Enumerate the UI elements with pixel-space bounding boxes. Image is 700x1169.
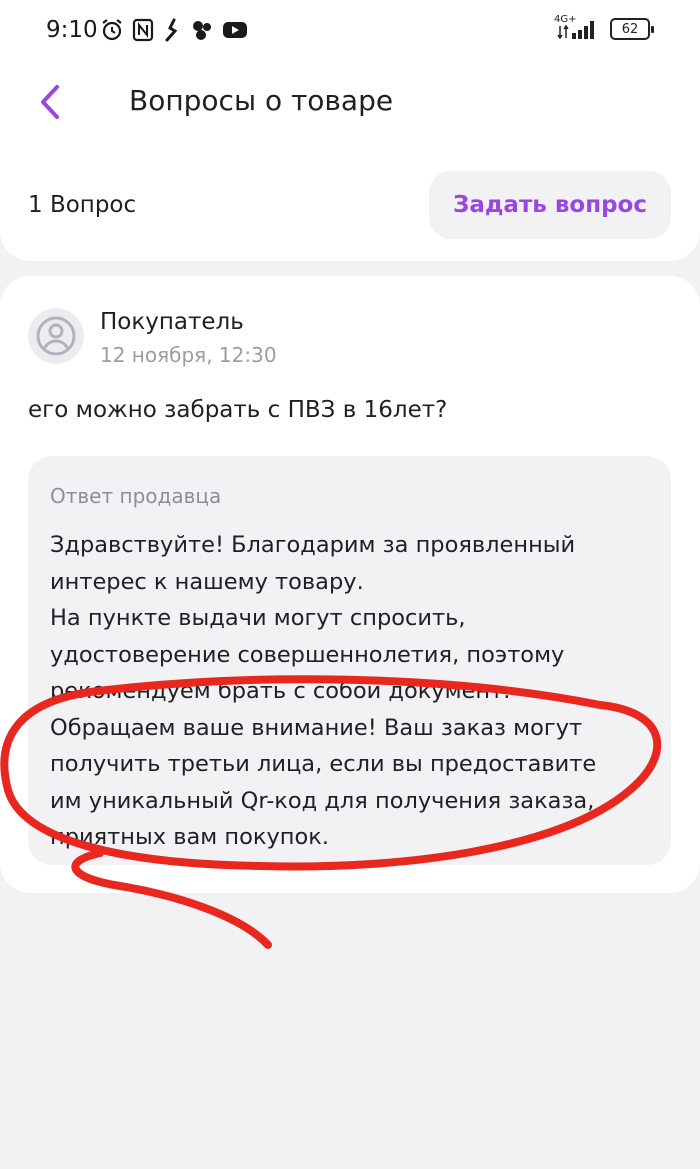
header-card: Вопросы о товаре 1 Вопрос Задать вопрос — [0, 62, 700, 261]
answer-line: получить третьи лица, если вы предостави… — [50, 751, 597, 777]
answer-line: удостоверение совершеннолетия, поэтому — [50, 641, 565, 668]
answer-line: рекомендуем брать с собой документ. — [50, 678, 511, 704]
avatar — [28, 308, 84, 364]
status-right: 4G+ 62 — [554, 14, 654, 41]
nfc-icon — [132, 18, 154, 46]
app-cluster-icon — [190, 18, 214, 46]
question-card: Покупатель 12 ноября, 12:30 его можно за… — [0, 276, 700, 893]
back-button[interactable] — [30, 82, 70, 122]
answer-text: Здравствуйте! Благодарим за проявленный … — [50, 527, 596, 856]
question-date: 12 ноября, 12:30 — [100, 343, 277, 367]
page-title: Вопросы о товаре — [129, 84, 394, 117]
ask-question-button[interactable]: Задать вопрос — [429, 171, 671, 239]
answer-line: приятных вам покупок. — [50, 824, 329, 850]
battery-indicator: 62 — [610, 18, 654, 40]
chevron-left-icon — [41, 85, 59, 119]
answer-line: Обращаем ваше внимание! Ваш заказ могут — [50, 714, 583, 741]
seller-answer: Ответ продавца Здравствуйте! Благодарим … — [28, 456, 671, 865]
question-count: 1 Вопрос — [28, 192, 137, 218]
location-icon — [162, 18, 182, 46]
alarm-icon — [100, 18, 124, 46]
question-text: его можно забрать с ПВЗ в 16лет? — [28, 397, 448, 423]
signal-icon: 4G+ — [554, 14, 600, 41]
status-bar: 9:10 4G+ 62 — [0, 0, 700, 62]
author-name: Покупатель — [100, 309, 244, 335]
answer-line: На пункте выдачи могут спросить, — [50, 605, 466, 631]
status-icons — [100, 18, 256, 46]
user-icon — [36, 316, 76, 356]
answer-line: им уникальный Qr-код для получения заказ… — [50, 787, 595, 814]
status-time: 9:10 — [46, 17, 98, 43]
battery-level: 62 — [621, 21, 639, 37]
answer-line: интерес к нашему товару. — [50, 568, 364, 595]
answer-label: Ответ продавца — [50, 484, 222, 508]
youtube-icon — [222, 20, 248, 44]
ask-question-label: Задать вопрос — [453, 192, 647, 218]
answer-line: Здравствуйте! Благодарим за проявленный — [50, 532, 576, 558]
